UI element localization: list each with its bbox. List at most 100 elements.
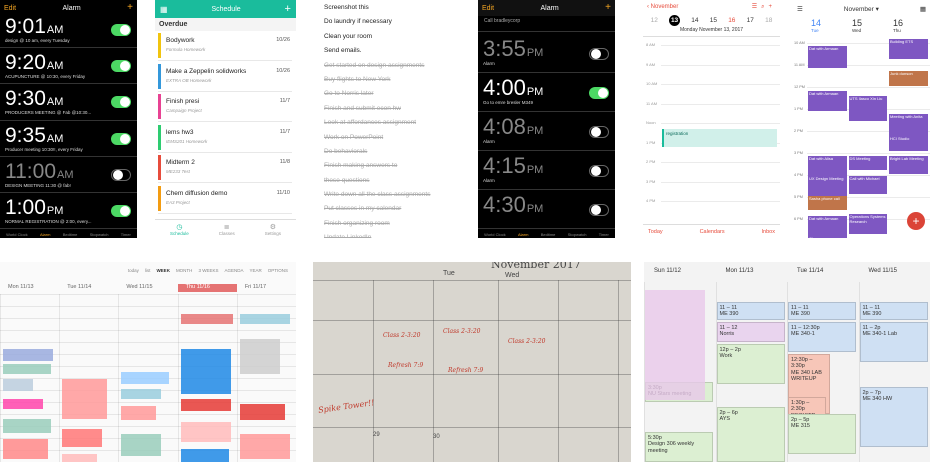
view-switch-button[interactable]: YEAR xyxy=(249,268,261,273)
todo-item[interactable]: Update LinkedIn xyxy=(315,231,452,238)
gcal-event[interactable]: Bright Lab Meeting xyxy=(889,156,928,174)
view-switch-button[interactable]: OPTIONS xyxy=(268,268,288,273)
gcal-day-header[interactable]: 14 Tue xyxy=(807,18,848,36)
alarm-row[interactable]: 4:08PM Alarm xyxy=(478,112,615,151)
month-selector[interactable]: November ▾ xyxy=(844,5,879,13)
tab-alarm[interactable]: Alarm xyxy=(40,232,50,237)
week-event[interactable] xyxy=(62,429,103,447)
todo-item[interactable]: Finish organizing room xyxy=(315,217,452,231)
gcal-event[interactable]: Dat with Armaan xyxy=(808,91,847,111)
big-calendar-event[interactable]: 2p – 5p ME 315 xyxy=(788,414,856,454)
gcal-event[interactable]: UTS Ilasco Xin Liu xyxy=(848,96,887,121)
calendar-icon[interactable]: ▦ xyxy=(160,5,168,14)
week-event[interactable] xyxy=(239,314,290,324)
list-view-icon[interactable]: ☰ xyxy=(752,4,761,10)
alarm-toggle[interactable] xyxy=(111,60,131,73)
tab-alarm-2[interactable]: Alarm xyxy=(518,232,528,237)
alarm-row[interactable]: 4:00PM Go to emre bresler M349 xyxy=(478,73,615,112)
big-calendar-event[interactable]: 2p – 7p ME 340 HW xyxy=(859,387,928,447)
gcal-event[interactable]: Call with Michael xyxy=(848,176,887,194)
gcal-event[interactable]: Sasha phone call xyxy=(808,196,847,210)
week-event[interactable] xyxy=(62,379,108,419)
alarm-row[interactable]: 9:01AM design @ 10 am, every Tuesday xyxy=(0,12,137,49)
add-alarm-button-2[interactable]: + xyxy=(605,3,611,13)
alarm-toggle[interactable] xyxy=(589,204,609,216)
day-number[interactable]: 17 xyxy=(747,17,754,24)
tab-schedule[interactable]: ◷ Schedule xyxy=(170,223,189,236)
week-event[interactable] xyxy=(3,379,33,391)
tab-bedtime[interactable]: Bedtime xyxy=(63,232,78,237)
add-event-icon[interactable]: + xyxy=(768,4,776,10)
gcal-event[interactable]: Operations Systems Research xyxy=(848,214,887,234)
view-switch-button[interactable]: 3 WEEKS xyxy=(198,268,218,273)
tab-settings[interactable]: ⚙ Settings xyxy=(265,223,281,236)
tab-world-clock-2[interactable]: World Clock xyxy=(484,232,506,237)
gcal-event[interactable]: Dat with Armaan xyxy=(808,216,847,236)
alarm-toggle[interactable] xyxy=(111,132,131,145)
todo-item[interactable]: Buy flights to New York xyxy=(315,73,452,87)
todo-item[interactable]: Work on PowerPoint xyxy=(315,131,452,145)
day-number[interactable]: 14 xyxy=(691,17,698,24)
day-number[interactable]: 13 xyxy=(669,15,681,26)
todo-item[interactable]: Send emails. xyxy=(315,44,452,58)
gcal-day-header[interactable]: 15 Wed xyxy=(848,18,889,36)
big-calendar-event[interactable]: 11 – 11 ME 390 xyxy=(788,302,856,320)
week-event[interactable] xyxy=(239,404,285,420)
tab-classes[interactable]: ≣ Classes xyxy=(219,223,235,236)
alarm-toggle[interactable] xyxy=(111,205,131,217)
day-number[interactable]: 12 xyxy=(651,17,658,24)
week-event[interactable] xyxy=(180,449,229,462)
menu-icon[interactable]: ☰ xyxy=(797,5,803,13)
week-event[interactable] xyxy=(180,349,231,394)
view-switch-button[interactable]: AGENDA xyxy=(224,268,243,273)
week-event[interactable] xyxy=(239,339,280,374)
back-button[interactable]: ‹ November xyxy=(647,4,678,10)
day-number[interactable]: 16 xyxy=(728,17,735,24)
week-event[interactable] xyxy=(239,434,290,459)
day-number[interactable]: 15 xyxy=(710,17,717,24)
week-event[interactable] xyxy=(3,399,43,409)
alarm-row[interactable]: 11:00AM DESIGN MEETING 11:30 @ fab! xyxy=(0,157,137,193)
alarm-toggle[interactable] xyxy=(589,48,609,60)
task-row[interactable]: Chem diffusion demo EA3 Project 11/10 xyxy=(158,184,292,214)
big-calendar-event[interactable]: 11 – 12 Norris xyxy=(716,322,785,342)
view-switch-button[interactable]: MONTH xyxy=(176,268,193,273)
task-row[interactable]: Midterm 2 ME233 Test 11/8 xyxy=(158,153,292,183)
week-event[interactable] xyxy=(121,372,170,384)
gcal-event[interactable]: HCI Studio xyxy=(889,136,928,151)
todo-item[interactable]: these questions xyxy=(315,174,452,188)
task-row[interactable]: Finish presi Campaign Project 11/7 xyxy=(158,92,292,122)
gcal-event[interactable]: Dat with Armaan xyxy=(808,46,847,68)
gcal-event[interactable]: Building ETS xyxy=(889,39,928,59)
tab-bedtime-2[interactable]: Bedtime xyxy=(541,232,556,237)
todo-item[interactable]: Do laundry if necessary xyxy=(315,15,452,29)
week-event[interactable] xyxy=(180,422,231,442)
tab-timer[interactable]: Timer xyxy=(121,232,131,237)
week-event[interactable] xyxy=(62,454,98,462)
tab-stopwatch-2[interactable]: Stopwatch xyxy=(568,232,587,237)
todo-item[interactable]: Clean your room xyxy=(315,30,452,44)
todo-item[interactable]: Get started on design assignments xyxy=(315,59,452,73)
today-button[interactable]: Today xyxy=(648,229,663,235)
todo-item[interactable]: Write down all the class assignments xyxy=(315,188,452,202)
alarm-row[interactable]: 9:30AM PRODUCERS MEETING @ Fab @10:30... xyxy=(0,84,137,121)
todo-item[interactable]: Put classes in my calendar xyxy=(315,202,452,216)
task-row[interactable]: Bodywork Formula Homework 10/26 xyxy=(158,31,292,61)
gcal-event[interactable]: Meeting with Anita xyxy=(889,114,928,136)
gcal-day-header[interactable]: 16 Thu xyxy=(889,18,930,36)
gcal-event[interactable]: Class xyxy=(808,236,847,238)
alarm-row[interactable]: 9:35AM Producer meeting 10:30!!, every Fr… xyxy=(0,121,137,157)
week-event[interactable] xyxy=(3,349,53,361)
view-switch-button[interactable]: list xyxy=(145,268,151,273)
todo-item[interactable]: Finish making answers to xyxy=(315,159,452,173)
alarm-row[interactable]: 9:20AM ACUPUNCTURE @ 10:30, every Friday xyxy=(0,48,137,85)
big-calendar-event[interactable]: 12p – 2p Work xyxy=(716,344,785,384)
big-calendar-event[interactable]: 2p – 6p AYS xyxy=(716,407,785,462)
week-event[interactable] xyxy=(180,314,233,324)
tab-stopwatch[interactable]: Stopwatch xyxy=(90,232,109,237)
week-event[interactable] xyxy=(3,439,48,459)
add-event-fab[interactable]: + xyxy=(907,212,925,230)
big-calendar-event[interactable]: 5:30p Design 306 weekly meeting xyxy=(645,432,713,462)
tab-world-clock[interactable]: World Clock xyxy=(6,232,28,237)
todo-item[interactable]: Look at affordances assignment xyxy=(315,116,452,130)
